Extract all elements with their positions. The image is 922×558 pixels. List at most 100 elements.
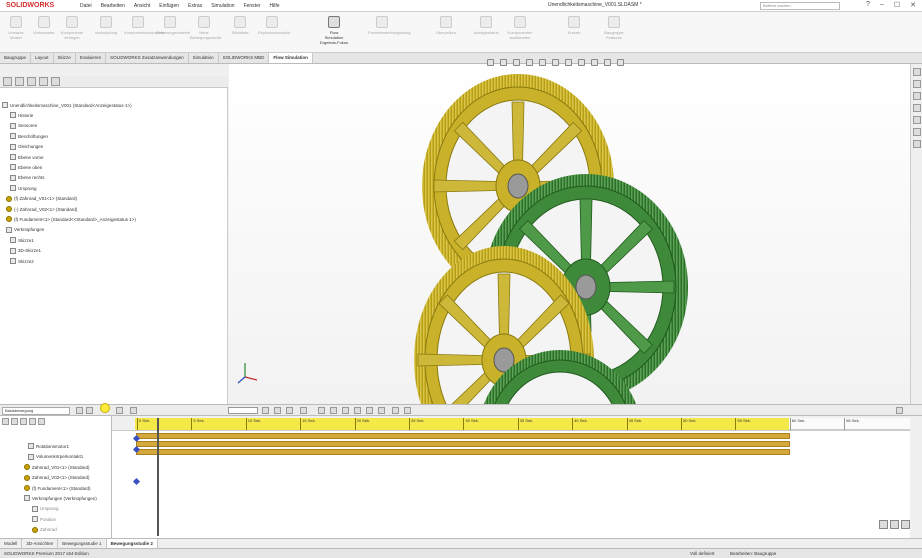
edit-appearance-icon[interactable] xyxy=(578,59,585,66)
tree-node[interactable]: (f) Fundament<1> (Standard<<Standard>_An… xyxy=(6,216,136,223)
timeline-bar[interactable] xyxy=(136,449,790,455)
feature-manager-tab-icon[interactable] xyxy=(3,77,12,86)
playback-speed-icon[interactable] xyxy=(130,407,137,414)
document-tab[interactable]: Bewegungsstudie 2 xyxy=(106,539,158,548)
tree-node[interactable]: Unendlichkeitsmaschine_V001 (Standard<An… xyxy=(2,102,132,108)
ribbon-button[interactable]: Baugruppe Features xyxy=(600,16,628,40)
maximize-button[interactable]: ☐ xyxy=(894,1,900,9)
add-key-icon[interactable] xyxy=(300,407,307,414)
ribbon-button[interactable]: Anzeigestatus xyxy=(472,16,500,35)
motion-tree-node[interactable]: Verknüpfungen (Verknüpfungen) xyxy=(24,495,97,502)
custom-properties-icon[interactable] xyxy=(912,128,921,136)
zoom-timeline-icon[interactable] xyxy=(38,418,45,425)
tree-node[interactable]: Skizze2 xyxy=(10,258,34,264)
filter-driving-icon[interactable] xyxy=(11,418,18,425)
ribbon-button[interactable]: Formelementumgebung xyxy=(368,16,410,35)
document-tab[interactable]: Bewegungsstudie 1 xyxy=(58,539,107,548)
command-search-input[interactable]: Befehle suchen xyxy=(760,2,840,10)
play-from-start-icon[interactable] xyxy=(86,407,93,414)
timeline-ruler[interactable]: 0 Sek. 5 Sek. 10 Sek. 15 Sek. 20 Sek. 25 Sek.… xyxy=(135,418,789,430)
autokey-icon[interactable] xyxy=(286,407,293,414)
study-type-select[interactable]: Basisbewegung xyxy=(2,407,70,415)
tree-node[interactable]: Beschriftungen xyxy=(10,133,48,140)
filter-animated-icon[interactable] xyxy=(2,418,9,425)
document-tab[interactable]: 3D-Ansichten xyxy=(22,539,59,548)
command-tab[interactable]: SOLIDWORKS Zusatzanwendungen xyxy=(106,53,189,63)
zoom-out-icon[interactable] xyxy=(890,520,899,529)
menu-item[interactable]: Simulation xyxy=(211,3,234,9)
previous-view-icon[interactable] xyxy=(513,59,520,66)
command-tab[interactable]: Evaluieren xyxy=(76,53,107,63)
tree-node[interactable]: (-) Zahnrad_V02<1> (Standard) xyxy=(6,206,77,212)
collapse-motion-manager-icon[interactable] xyxy=(896,407,903,414)
motion-tree-node[interactable]: Volumenkörperkontakt1 xyxy=(28,453,83,460)
zoom-area-icon[interactable] xyxy=(500,59,507,66)
timeline-area[interactable] xyxy=(112,430,910,538)
ribbon-button[interactable]: Stückliste xyxy=(226,16,254,35)
ribbon-button[interactable]: Komponenten ausblenden xyxy=(506,16,534,40)
key-point[interactable] xyxy=(132,477,141,486)
view-settings-icon[interactable] xyxy=(604,59,611,66)
menu-item[interactable]: Fenster xyxy=(244,3,261,9)
motion-tree-node[interactable]: Zahnrad_V01<1> (Standard) xyxy=(24,464,90,471)
playback-mode-select[interactable] xyxy=(228,407,258,414)
menu-item[interactable]: Datei xyxy=(80,3,92,9)
time-bar[interactable] xyxy=(157,418,159,536)
property-manager-tab-icon[interactable] xyxy=(15,77,24,86)
tree-node[interactable]: 3D-Skizze1 xyxy=(10,247,41,254)
solidworks-resources-icon[interactable] xyxy=(912,68,921,76)
motion-tree-node[interactable]: Ursprung xyxy=(32,505,59,512)
file-explorer-icon[interactable] xyxy=(912,92,921,100)
section-view-icon[interactable] xyxy=(526,59,533,66)
tree-node[interactable]: Ebene vorne xyxy=(10,154,44,160)
zoom-fit-icon[interactable] xyxy=(901,520,910,529)
close-button[interactable]: ✕ xyxy=(910,1,916,9)
menu-item[interactable]: Ansicht xyxy=(134,3,150,9)
ribbon-button[interactable]: Explosionsansicht xyxy=(258,16,290,35)
menu-item[interactable]: Extras xyxy=(188,3,202,9)
ribbon-button[interactable]: Komponente einfügen xyxy=(58,16,86,40)
stop-icon[interactable] xyxy=(116,407,123,414)
ribbon-button[interactable]: Flow Simulation Ergebnis-Fokus xyxy=(320,16,348,45)
ribbon-button[interactable]: Kurven xyxy=(560,16,588,35)
command-tab[interactable]: Baugruppe xyxy=(0,53,32,63)
forum-icon[interactable] xyxy=(912,140,921,148)
tree-node[interactable]: Ebene oben xyxy=(10,164,42,171)
ribbon-button[interactable]: Referenzgeometrie xyxy=(156,16,190,35)
filter-selected-icon[interactable] xyxy=(20,418,27,425)
ribbon-button[interactable]: Neue Bewegungsstudie xyxy=(190,16,222,40)
zoom-to-fit-icon[interactable] xyxy=(487,59,494,66)
motion-tree-node[interactable]: Position xyxy=(32,516,56,523)
force-icon[interactable] xyxy=(354,407,361,414)
ribbon-button[interactable]: Lineares Muster xyxy=(2,16,30,40)
tree-node[interactable]: Ursprung xyxy=(10,185,37,192)
motion-tree-node[interactable]: Zahnrad xyxy=(32,526,57,533)
motion-tree-node[interactable]: Rotationsmotor1 xyxy=(28,443,69,450)
save-animation-icon[interactable] xyxy=(262,407,269,414)
motion-tree-node[interactable]: Zahnrad_V02<1> (Standard) xyxy=(24,474,90,481)
motion-tree-node[interactable]: (f) Fundament<1> (Standard) xyxy=(24,485,91,491)
command-tab[interactable]: SOLIDWORKS MBD xyxy=(219,53,270,63)
minimize-button[interactable]: – xyxy=(880,1,884,9)
spring-icon[interactable] xyxy=(330,407,337,414)
tree-node[interactable]: Gleichungen xyxy=(10,143,43,150)
filter-results-icon[interactable] xyxy=(29,418,36,425)
command-tab[interactable]: Simulation xyxy=(189,53,219,63)
display-pane-icon[interactable] xyxy=(617,59,624,66)
damper-icon[interactable] xyxy=(342,407,349,414)
timeline-bar[interactable] xyxy=(136,433,790,439)
menu-item[interactable]: Bearbeiten xyxy=(101,3,125,9)
tree-node[interactable]: Sensoren xyxy=(10,122,37,129)
tree-node[interactable]: Historie xyxy=(10,112,33,119)
display-manager-tab-icon[interactable] xyxy=(51,77,60,86)
appearances-icon[interactable] xyxy=(912,116,921,124)
tree-node[interactable]: (f) Zahnrad_V01<1> (Standard) xyxy=(6,195,77,202)
command-tab[interactable]: Flow Simulation xyxy=(269,53,313,63)
motor-icon[interactable] xyxy=(318,407,325,414)
calculate-icon[interactable] xyxy=(76,407,83,414)
animation-wizard-icon[interactable] xyxy=(274,407,281,414)
menu-item[interactable]: Hilfe xyxy=(270,3,280,9)
ribbon-button[interactable]: Kreismuster xyxy=(30,16,58,35)
ribbon-button[interactable]: Komponentenvorschau xyxy=(124,16,165,35)
graphics-area[interactable] xyxy=(229,64,910,404)
